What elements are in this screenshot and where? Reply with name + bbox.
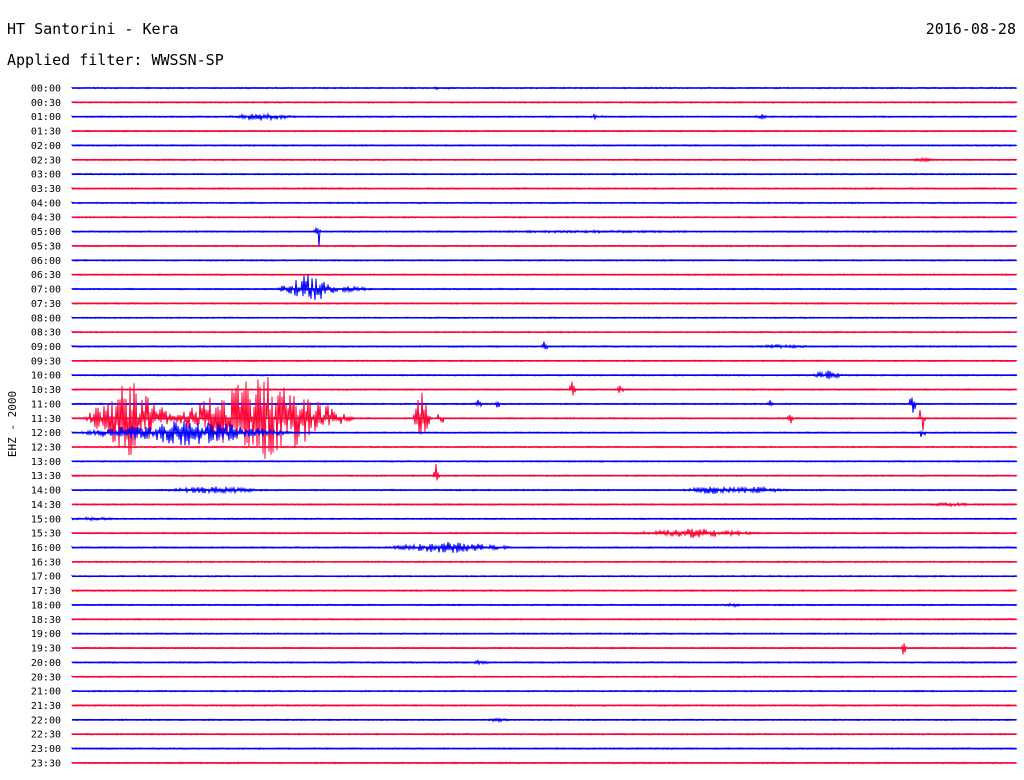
row-time-label: 01:30 (31, 127, 61, 138)
trace-line (71, 341, 1018, 351)
row-time-label: 12:30 (31, 443, 61, 454)
row-time-label: 18:00 (31, 600, 61, 611)
row-time-label: 18:30 (31, 615, 61, 626)
row-time-label: 09:30 (31, 356, 61, 367)
row-time-label: 00:30 (31, 98, 61, 109)
trace-line (71, 227, 1018, 248)
row-time-label: 13:00 (31, 457, 61, 468)
row-time-label: 14:30 (31, 500, 61, 511)
row-time-label: 17:00 (31, 572, 61, 583)
row-time-label: 05:30 (31, 241, 61, 252)
row-time-label: 16:30 (31, 557, 61, 568)
row-time-label: 22:00 (31, 715, 61, 726)
row-time-label: 10:30 (31, 385, 61, 396)
row-time-label: 05:00 (31, 227, 61, 238)
row-time-label: 15:00 (31, 514, 61, 525)
trace-line (71, 464, 1018, 481)
row-time-label: 09:00 (31, 342, 61, 353)
row-time-label: 21:00 (31, 687, 61, 698)
row-time-label: 23:30 (31, 758, 61, 769)
row-time-label: 06:00 (31, 256, 61, 267)
row-time-label: 03:30 (31, 184, 61, 195)
row-time-label: 19:30 (31, 644, 61, 655)
row-time-label: 03:00 (31, 170, 61, 181)
row-time-label: 16:00 (31, 543, 61, 554)
trace-line (71, 274, 1018, 301)
row-time-label: 10:00 (31, 371, 61, 382)
trace-line (71, 643, 1018, 655)
row-time-label: 11:00 (31, 399, 61, 410)
row-time-label: 21:30 (31, 701, 61, 712)
row-time-label: 07:30 (31, 299, 61, 310)
row-time-label: 22:30 (31, 730, 61, 741)
row-time-label: 04:00 (31, 198, 61, 209)
row-time-label: 17:30 (31, 586, 61, 597)
row-time-label: 02:00 (31, 141, 61, 152)
row-time-label: 00:00 (31, 84, 61, 95)
row-time-label: 02:30 (31, 155, 61, 166)
row-time-label: 07:00 (31, 285, 61, 296)
row-time-label: 19:00 (31, 629, 61, 640)
row-time-label: 04:30 (31, 213, 61, 224)
row-time-label: 14:00 (31, 486, 61, 497)
row-time-label: 20:30 (31, 672, 61, 683)
trace-line (71, 397, 1018, 413)
row-time-label: 01:00 (31, 112, 61, 123)
row-time-label: 20:00 (31, 658, 61, 669)
row-time-label: 23:00 (31, 744, 61, 755)
row-time-label: 08:30 (31, 328, 61, 339)
row-time-label: 13:30 (31, 471, 61, 482)
row-time-label: 12:00 (31, 428, 61, 439)
trace-line (71, 381, 1018, 396)
seismogram-plot: EHZ - 2000 00:00 00:30 01:00 01:30 02:00 02:3… (6, 84, 1018, 769)
row-time-label: 11:30 (31, 414, 61, 425)
row-time-label: 08:00 (31, 313, 61, 324)
y-axis-label: EHZ - 2000 (6, 391, 19, 457)
row-time-label: 06:30 (31, 270, 61, 281)
row-time-label: 15:30 (31, 529, 61, 540)
